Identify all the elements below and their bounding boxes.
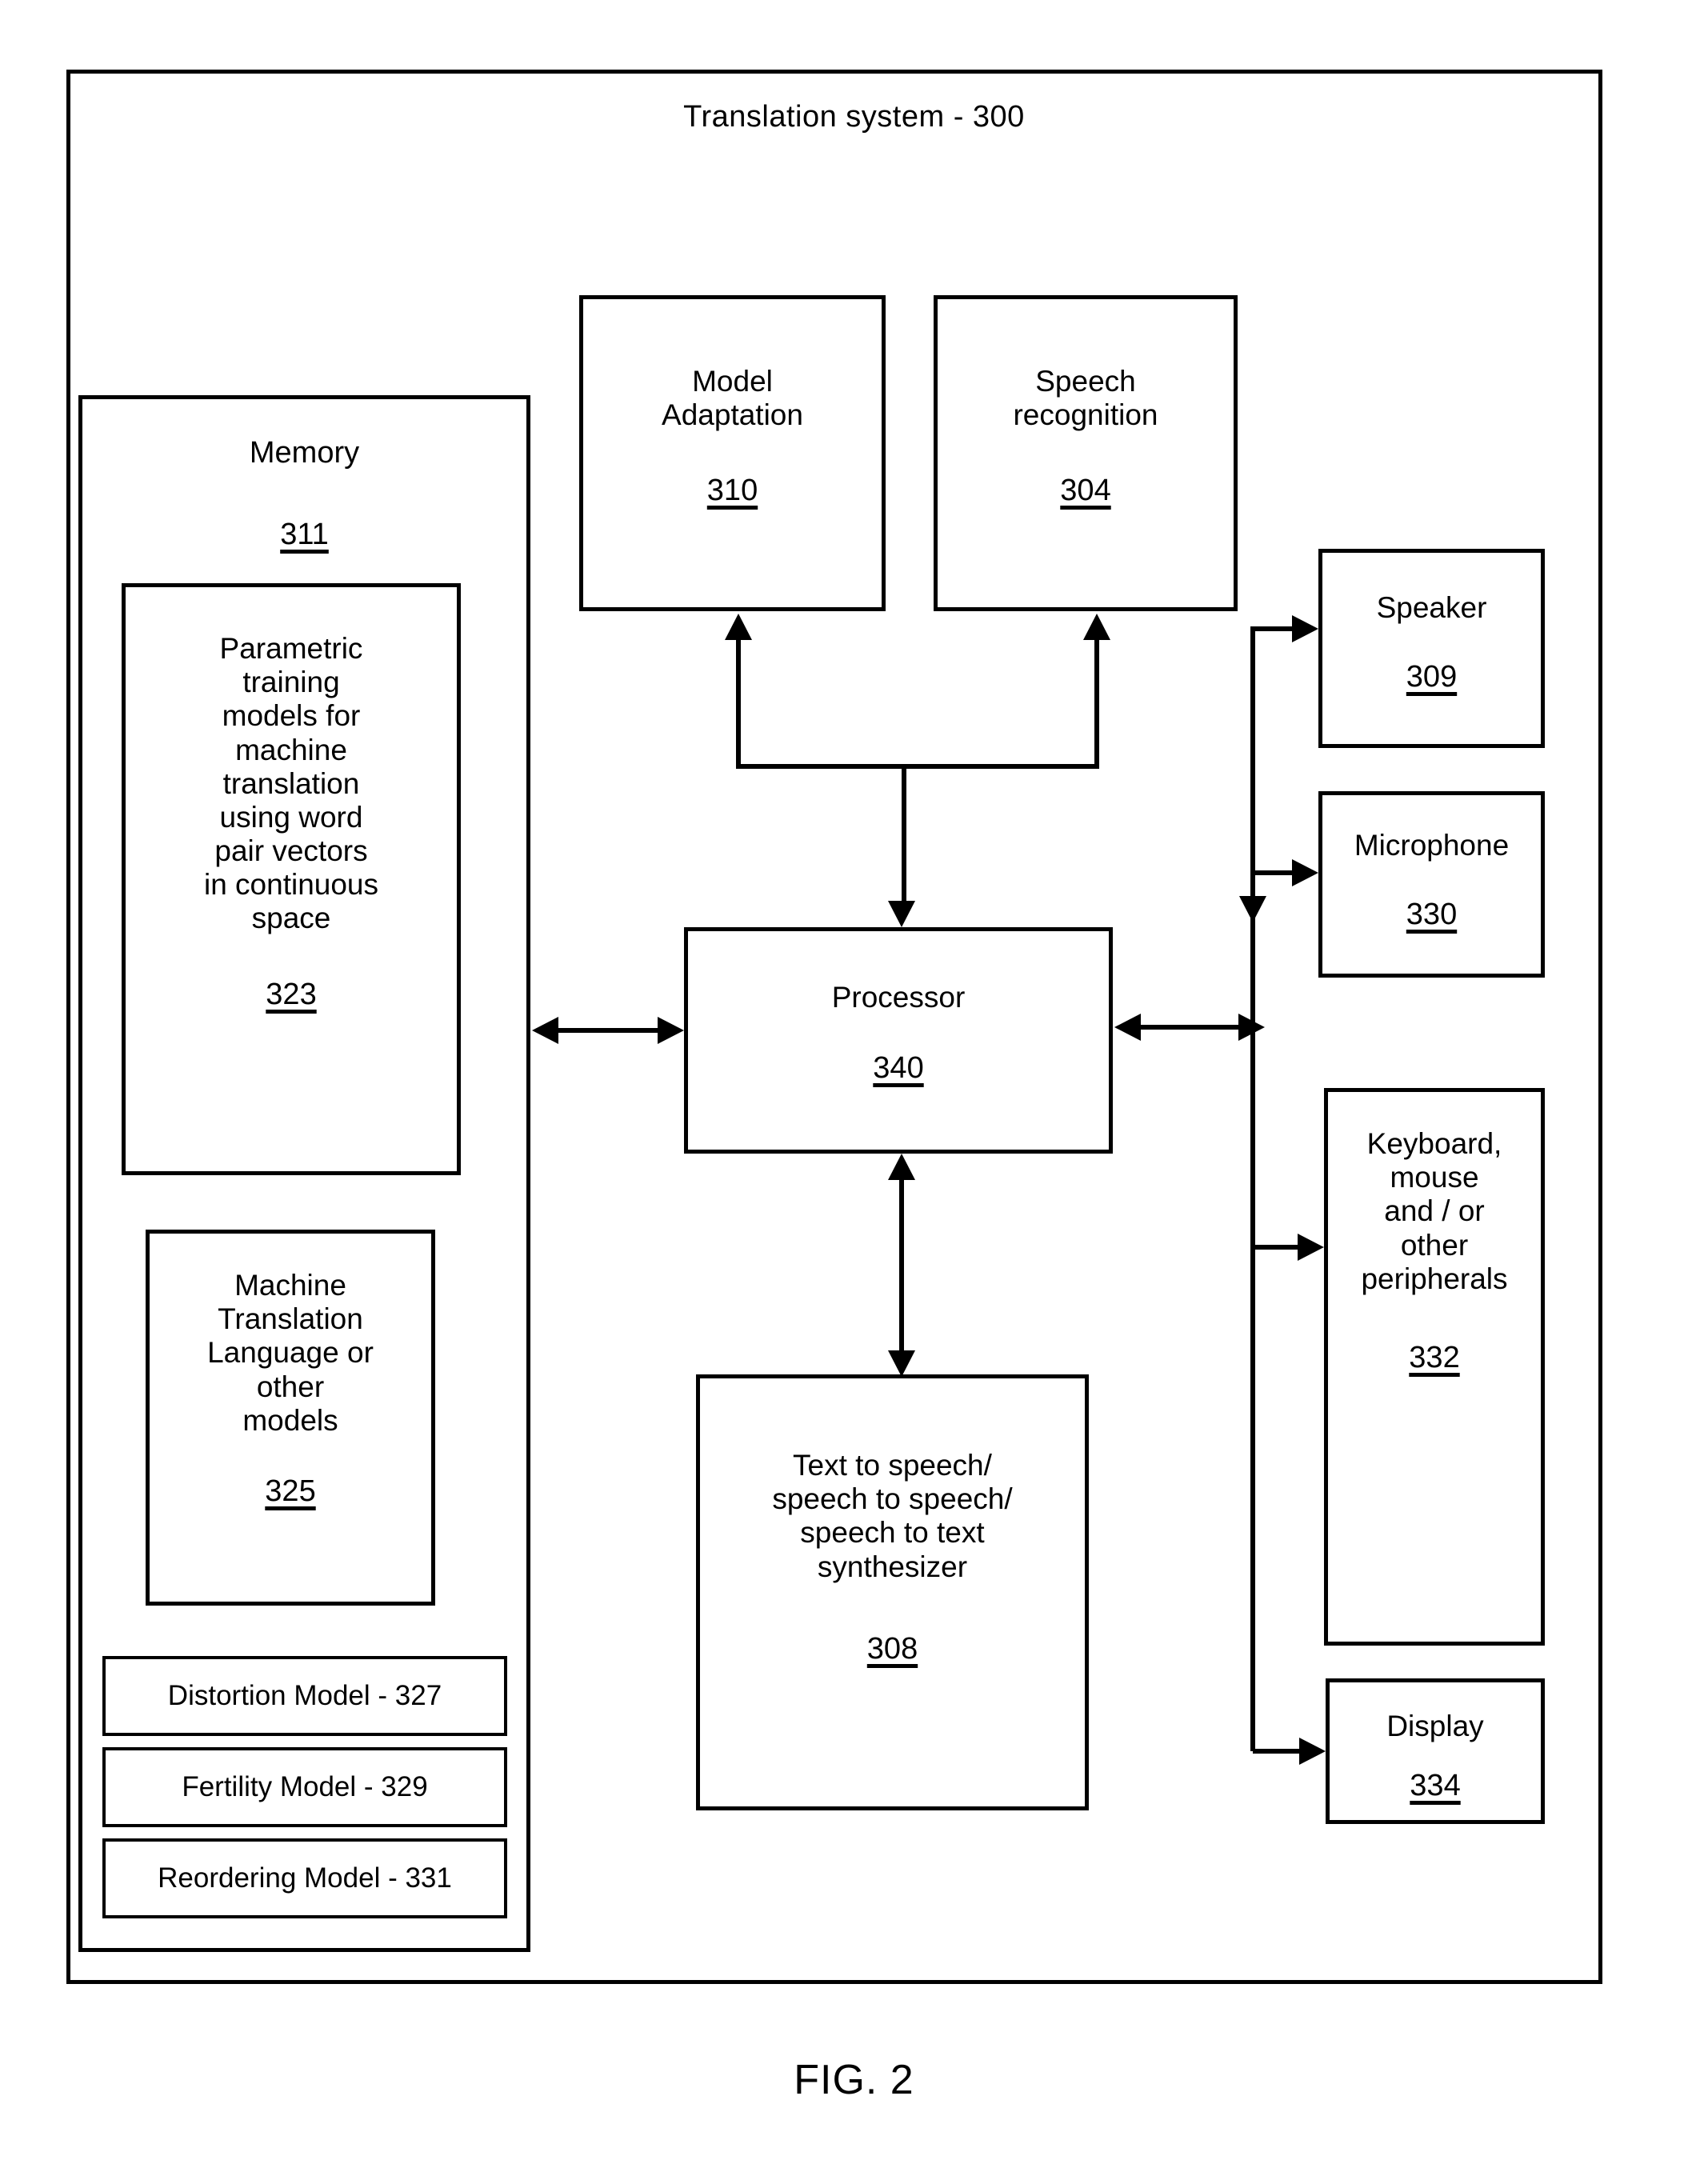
- connector-modeladaptation-processor-arrowhead: [888, 901, 915, 927]
- connector-processor-synthesizer-arrowhead-up: [888, 1154, 915, 1180]
- speech-synthesizer-label: Text to speech/ speech to speech/ speech…: [772, 1449, 1013, 1583]
- connector-modeladaptation-vertical: [736, 640, 741, 768]
- parametric-training-models-reference-number: 323: [266, 977, 317, 1011]
- speech-synthesizer-block: Text to speech/ speech to speech/ speech…: [696, 1374, 1089, 1810]
- connector-memory-processor-arrowhead-left: [532, 1017, 558, 1044]
- speaker-label: Speaker: [1376, 591, 1487, 624]
- processor-label: Processor: [831, 981, 966, 1014]
- connector-processor-bus-arrowhead-left: [1114, 1014, 1141, 1041]
- speech-recognition-block: Speech recognition 304: [934, 295, 1238, 611]
- microphone-label: Microphone: [1354, 829, 1510, 862]
- connector-bus-display-arrowhead: [1299, 1738, 1326, 1765]
- peripheral-bus-junction-arrowhead: [1239, 896, 1266, 922]
- connector-processor-synthesizer-line: [899, 1176, 904, 1356]
- memory-reference-number: 311: [280, 518, 329, 551]
- connector-modeladaptation-arrowhead: [725, 614, 752, 640]
- fertility-model-block: Fertility Model - 329: [102, 1747, 507, 1827]
- processor-reference-number: 340: [873, 1051, 924, 1086]
- fertility-model-label: Fertility Model - 329: [182, 1771, 428, 1802]
- system-title: Translation system - 300: [683, 100, 1025, 134]
- connector-bus-display-line: [1253, 1749, 1306, 1754]
- connector-bus-microphone-arrowhead: [1292, 859, 1318, 886]
- reordering-model-block: Reordering Model - 331: [102, 1838, 507, 1918]
- display-reference-number: 334: [1410, 1769, 1461, 1803]
- connector-speechrecognition-vertical: [1094, 640, 1099, 768]
- patent-figure-page: Translation system - 300 Memory 311 Para…: [0, 0, 1708, 2172]
- memory-label: Memory: [249, 436, 360, 470]
- connector-bus-speaker-arrowhead: [1292, 615, 1318, 642]
- connector-memory-processor-arrowhead-right: [658, 1017, 684, 1044]
- model-adaptation-block: Model Adaptation 310: [579, 295, 886, 611]
- distortion-model-block: Distortion Model - 327: [102, 1656, 507, 1736]
- microphone-reference-number: 330: [1406, 898, 1458, 932]
- speaker-block: Speaker 309: [1318, 549, 1545, 748]
- connector-bus-peripherals-arrowhead: [1298, 1234, 1324, 1261]
- connector-processor-synthesizer-arrowhead-down: [888, 1350, 915, 1377]
- connector-upper-bus-horizontal: [736, 764, 1099, 769]
- microphone-block: Microphone 330: [1318, 791, 1545, 978]
- mt-language-models-reference-number: 325: [265, 1474, 316, 1508]
- connector-processor-bus-vertical: [902, 769, 906, 901]
- connector-processor-bus-horizontal: [1134, 1025, 1250, 1030]
- processor-block: Processor 340: [684, 927, 1113, 1154]
- peripherals-label: Keyboard, mouse and / or other periphera…: [1361, 1127, 1508, 1295]
- speech-synthesizer-reference-number: 308: [866, 1631, 918, 1666]
- speech-recognition-reference-number: 304: [1060, 474, 1111, 508]
- reordering-model-label: Reordering Model - 331: [158, 1862, 452, 1894]
- mt-language-models-block: Machine Translation Language or other mo…: [146, 1230, 435, 1606]
- peripheral-bus-vertical: [1250, 626, 1255, 1751]
- figure-caption: FIG. 2: [794, 2057, 914, 2103]
- display-block: Display 334: [1326, 1678, 1545, 1824]
- display-label: Display: [1386, 1710, 1484, 1742]
- speaker-reference-number: 309: [1406, 660, 1458, 694]
- connector-speechrecognition-arrowhead: [1083, 614, 1110, 640]
- peripherals-block: Keyboard, mouse and / or other periphera…: [1324, 1088, 1545, 1646]
- connector-memory-processor-line: [552, 1028, 668, 1033]
- speech-recognition-label: Speech recognition: [1013, 365, 1158, 432]
- distortion-model-label: Distortion Model - 327: [167, 1680, 442, 1711]
- mt-language-models-label: Machine Translation Language or other mo…: [207, 1269, 374, 1437]
- parametric-training-models-block: Parametric training models for machine t…: [122, 583, 461, 1175]
- connector-bus-peripherals-line: [1253, 1245, 1304, 1250]
- model-adaptation-label: Model Adaptation: [662, 365, 803, 432]
- peripherals-reference-number: 332: [1409, 1340, 1460, 1374]
- parametric-training-models-label: Parametric training models for machine t…: [203, 632, 379, 935]
- model-adaptation-reference-number: 310: [706, 474, 758, 508]
